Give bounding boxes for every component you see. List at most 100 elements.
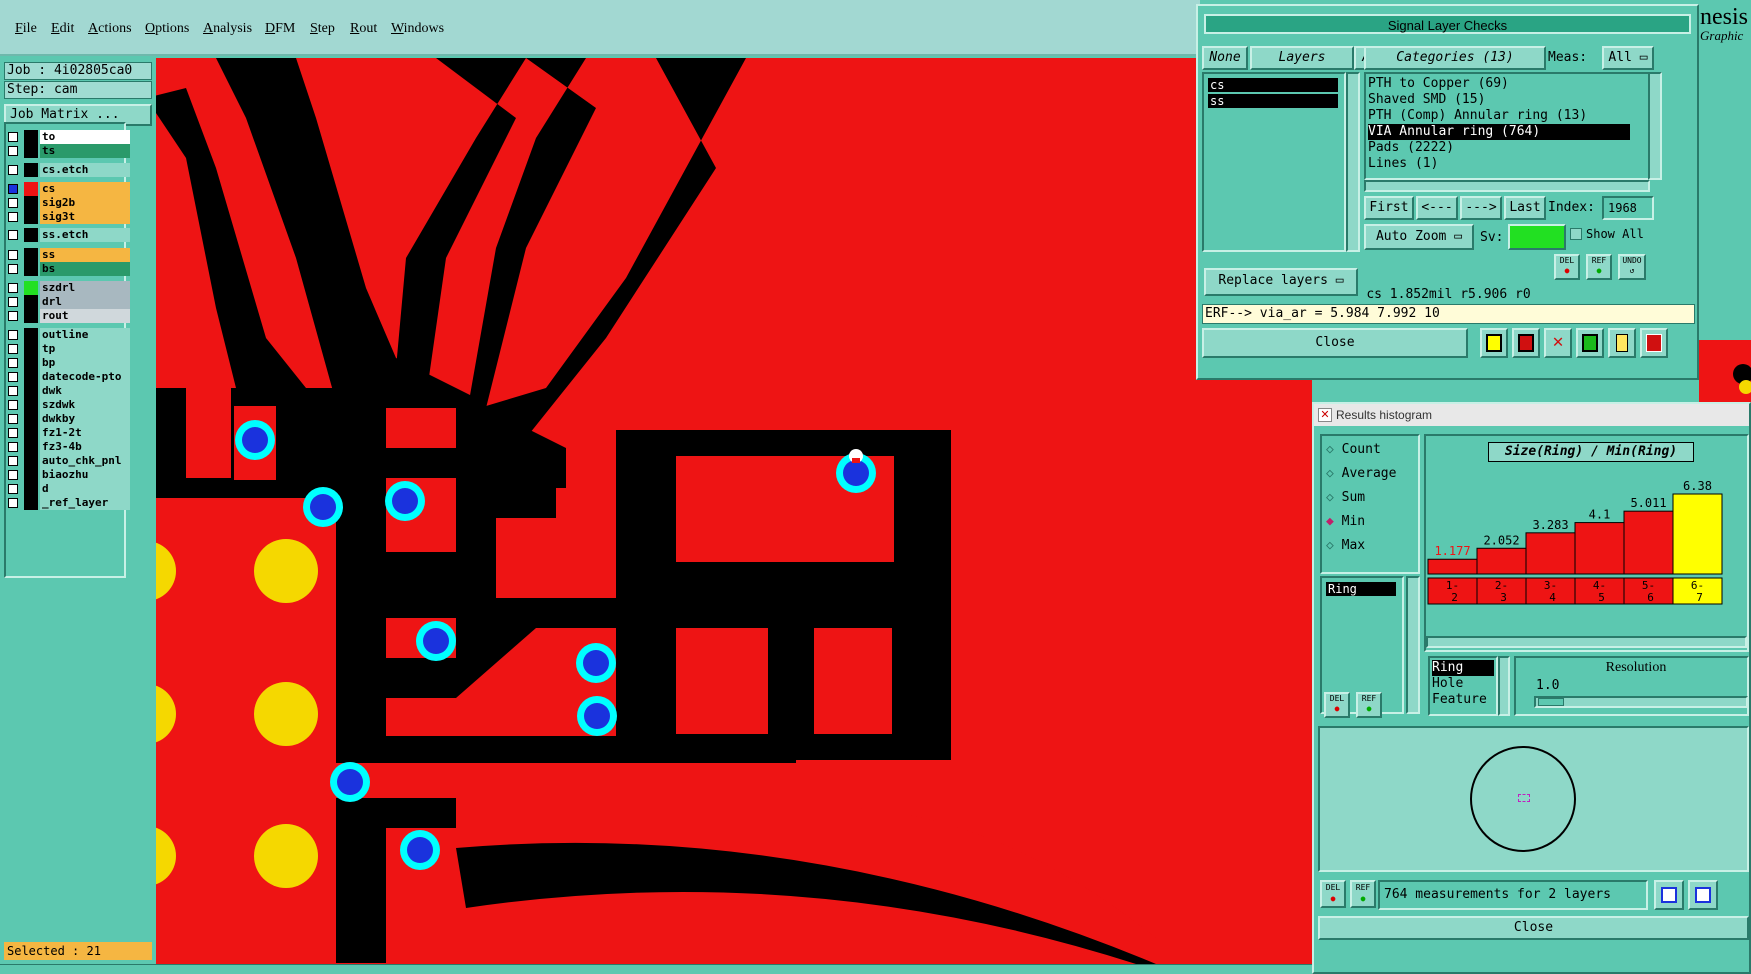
attr-listbox[interactable]: Ring Hole Feature — [1428, 656, 1498, 716]
mode-radio[interactable]: ◇ Average — [1326, 464, 1396, 484]
layer-checkbox[interactable] — [8, 428, 18, 438]
layer-color-swatch[interactable] — [24, 309, 38, 323]
layer-row[interactable]: ts — [6, 144, 130, 158]
layer-checkbox[interactable] — [8, 230, 18, 240]
layers-button[interactable]: Layers — [1250, 46, 1354, 70]
layer-row[interactable]: to — [6, 130, 130, 144]
layer-color-swatch[interactable] — [24, 163, 38, 177]
export-icon[interactable] — [1688, 880, 1718, 910]
sv-color-dropdown[interactable] — [1508, 224, 1566, 250]
layer-color-swatch[interactable] — [24, 454, 38, 468]
layer-row[interactable]: dwk — [6, 384, 130, 398]
mode-radio[interactable]: ◆ Min — [1326, 512, 1365, 532]
layer-checkbox[interactable] — [8, 386, 18, 396]
chart-hscrollbar[interactable] — [1426, 636, 1747, 648]
layer-color-swatch[interactable] — [24, 426, 38, 440]
layer-checkbox[interactable] — [8, 165, 18, 175]
layer-checkbox[interactable] — [8, 146, 18, 156]
menu-actions[interactable]: Actions — [88, 21, 132, 37]
layer-name[interactable]: szdrl — [40, 281, 130, 295]
layer-color-swatch[interactable] — [24, 370, 38, 384]
layer-list-item[interactable]: cs — [1208, 78, 1338, 92]
layer-row[interactable]: tp — [6, 342, 130, 356]
meas-dropdown[interactable]: All ▭ — [1602, 46, 1654, 70]
attr-item[interactable]: Feature — [1432, 692, 1494, 708]
show-all-checkbox[interactable] — [1570, 228, 1582, 240]
none-button[interactable]: None — [1202, 46, 1248, 70]
layer-checkbox[interactable] — [8, 498, 18, 508]
layer-color-swatch[interactable] — [24, 182, 38, 196]
layer-name[interactable]: _ref_layer — [40, 496, 130, 510]
layer-name[interactable]: bp — [40, 356, 130, 370]
layer-name[interactable]: tp — [40, 342, 130, 356]
green-box-icon[interactable] — [1576, 328, 1604, 358]
menu-dfm[interactable]: DFM — [265, 21, 295, 37]
layer-row[interactable]: auto_chk_pnl — [6, 454, 130, 468]
layer-row[interactable]: _ref_layer — [6, 496, 130, 510]
layers-scrollbar[interactable] — [1346, 72, 1360, 252]
layer-checkbox[interactable] — [8, 132, 18, 142]
layer-checkbox[interactable] — [8, 184, 18, 194]
layer-row[interactable]: biaozhu — [6, 468, 130, 482]
layer-name[interactable]: cs.etch — [40, 163, 130, 177]
histogram-icon[interactable] — [1640, 328, 1668, 358]
layer-name[interactable]: szdwk — [40, 398, 130, 412]
graphics-canvas[interactable] — [156, 58, 1312, 964]
layer-name[interactable]: biaozhu — [40, 468, 130, 482]
layer-row[interactable]: d — [6, 482, 130, 496]
layer-name[interactable]: to — [40, 130, 130, 144]
layer-name[interactable]: datecode-pto — [40, 370, 130, 384]
category-item[interactable]: Shaved SMD (15) — [1368, 92, 1648, 108]
layer-name[interactable]: rout — [40, 309, 130, 323]
layer-checkbox[interactable] — [8, 358, 18, 368]
histogram-bar[interactable] — [1623, 510, 1674, 575]
hist-ref-button[interactable]: REF ● — [1356, 692, 1382, 718]
del-button[interactable]: DEL ● — [1554, 254, 1580, 280]
menu-rout[interactable]: Rout — [350, 21, 377, 37]
menu-edit[interactable]: Edit — [51, 21, 74, 37]
categories-listbox[interactable]: PTH to Copper (69) Shaved SMD (15) PTH (Co… — [1364, 72, 1650, 180]
red-box-icon[interactable] — [1512, 328, 1540, 358]
layer-color-swatch[interactable] — [24, 196, 38, 210]
layer-color-swatch[interactable] — [24, 482, 38, 496]
layer-checkbox[interactable] — [8, 372, 18, 382]
menu-options[interactable]: Options — [145, 21, 189, 37]
close-button[interactable]: Close — [1202, 328, 1468, 358]
layer-name[interactable]: d — [40, 482, 130, 496]
mode-radio[interactable]: ◇ Max — [1326, 536, 1365, 556]
category-item[interactable]: VIA Annular ring (764) — [1368, 124, 1630, 140]
window-close-icon[interactable]: ✕ — [1318, 408, 1332, 422]
histogram-bar[interactable] — [1525, 532, 1576, 575]
layer-color-swatch[interactable] — [24, 342, 38, 356]
cross-icon[interactable]: ✕ — [1544, 328, 1572, 358]
layer-row[interactable]: fz1-2t — [6, 426, 130, 440]
layer-checkbox[interactable] — [8, 297, 18, 307]
layer-color-swatch[interactable] — [24, 228, 38, 242]
layer-name[interactable]: outline — [40, 328, 130, 342]
layer-checkbox[interactable] — [8, 330, 18, 340]
layer-name[interactable]: sig2b — [40, 196, 130, 210]
layer-list-item[interactable]: ss — [1208, 94, 1338, 108]
resolution-slider[interactable] — [1534, 696, 1748, 708]
layer-color-swatch[interactable] — [24, 262, 38, 276]
layer-checkbox[interactable] — [8, 414, 18, 424]
first-button[interactable]: First — [1364, 196, 1414, 220]
layer-row[interactable]: drl — [6, 295, 130, 309]
layer-name[interactable]: cs — [40, 182, 130, 196]
category-item[interactable]: Lines (1) — [1368, 156, 1648, 172]
histogram-bar[interactable] — [1672, 493, 1723, 575]
layer-row[interactable]: fz3-4b — [6, 440, 130, 454]
mode-radio[interactable]: ◇ Sum — [1326, 488, 1365, 508]
layer-row[interactable]: bs — [6, 262, 130, 276]
layer-row[interactable]: dwkby — [6, 412, 130, 426]
auto-zoom-dropdown[interactable]: Auto Zoom ▭ — [1364, 224, 1474, 250]
categories-scrollbar[interactable] — [1648, 72, 1662, 180]
category-item[interactable]: PTH (Comp) Annular ring (13) — [1368, 108, 1648, 124]
layer-checkbox[interactable] — [8, 250, 18, 260]
layer-checkbox[interactable] — [8, 400, 18, 410]
ref-button[interactable]: REF ● — [1586, 254, 1612, 280]
layer-row[interactable]: outline — [6, 328, 130, 342]
histogram-bar[interactable] — [1476, 547, 1527, 575]
undo-button[interactable]: UNDO ↺ — [1618, 254, 1646, 280]
layer-checkbox[interactable] — [8, 484, 18, 494]
